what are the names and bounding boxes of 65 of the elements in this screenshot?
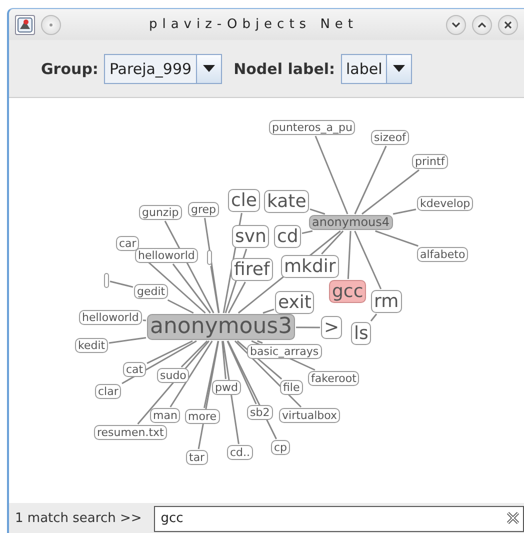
edge-line	[142, 320, 146, 322]
close-icon	[503, 20, 513, 30]
clear-icon[interactable]	[506, 510, 520, 524]
graph-node[interactable]: svn	[232, 225, 270, 248]
graph-node[interactable]: kdevelop	[417, 196, 474, 211]
dropdown-arrow-icon	[393, 65, 406, 72]
graph-node[interactable]: cat	[123, 362, 146, 377]
node-stub[interactable]	[207, 250, 212, 265]
maximize-button[interactable]	[472, 14, 492, 34]
graph-node[interactable]: cd..	[227, 445, 254, 460]
chevron-up-icon	[477, 20, 487, 28]
minimize-button[interactable]	[446, 14, 466, 34]
dot-icon	[49, 22, 53, 26]
graph-node[interactable]: cle	[228, 189, 260, 212]
app-icon[interactable]	[15, 14, 35, 34]
edge-line	[347, 230, 352, 280]
graph-node[interactable]: mkdir	[281, 255, 339, 278]
graph-node[interactable]: file	[280, 380, 303, 395]
graph-node[interactable]: man	[150, 408, 180, 423]
graph-node[interactable]: resumen.txt	[94, 425, 167, 440]
graph-node[interactable]: >	[321, 316, 342, 339]
graph-node[interactable]: rm	[371, 290, 402, 313]
graph-node[interactable]: ls	[351, 322, 372, 345]
graph-node[interactable]: punteros_a_pu	[269, 120, 356, 135]
graph-node[interactable]: kedit	[75, 338, 108, 353]
graph-node[interactable]: cp	[271, 440, 290, 455]
graph-node[interactable]: virtualbox	[279, 408, 340, 423]
graph-node[interactable]: more	[185, 409, 220, 424]
graph-node[interactable]: sudo	[157, 368, 190, 383]
hub-node[interactable]: anonymous4	[309, 215, 393, 230]
graph-node[interactable]: helloworld	[79, 310, 142, 325]
graph-node[interactable]: grep	[188, 202, 220, 217]
edge-line	[296, 326, 320, 328]
group-label: Group:	[41, 60, 98, 78]
graph-node[interactable]: gedit	[134, 284, 168, 299]
graph-node[interactable]: alfabeto	[417, 247, 468, 262]
chevron-down-icon	[451, 20, 461, 28]
graph-node[interactable]: fakeroot	[308, 371, 360, 386]
close-button[interactable]	[498, 14, 518, 34]
edge-line	[370, 314, 378, 322]
search-field[interactable]: gcc	[154, 506, 524, 532]
node-label-dropdown[interactable]: label	[341, 54, 412, 84]
node-stub[interactable]	[104, 273, 109, 288]
graph-node[interactable]: sizeof	[371, 130, 409, 145]
window-title: plaviz-Objects Net	[148, 17, 360, 32]
graph-node[interactable]: gcc	[329, 280, 366, 303]
graph-node[interactable]: tar	[186, 450, 208, 465]
graph-node[interactable]: car	[116, 236, 140, 251]
graph-node[interactable]: printf	[412, 154, 448, 169]
group-dropdown[interactable]: Pareja_999	[104, 54, 222, 84]
graph-node[interactable]: pwd	[212, 380, 241, 395]
hub-node[interactable]: anonymous3	[147, 314, 296, 340]
graph-node[interactable]: firef	[231, 258, 273, 281]
edge-line	[110, 280, 134, 288]
graph-node[interactable]: gunzip	[139, 205, 182, 220]
graph-node[interactable]: basic_arrays	[247, 344, 322, 359]
dropdown-arrow-icon	[202, 65, 215, 72]
graph-node[interactable]: cd	[274, 225, 302, 248]
graph-node[interactable]: sb2	[247, 405, 273, 420]
match-status: 1 match search >>	[15, 511, 142, 526]
graph-node[interactable]: helloworld	[135, 248, 198, 263]
graph-node[interactable]: exit	[275, 291, 314, 314]
node-label-label: Nodel label:	[234, 60, 336, 78]
graph-node[interactable]: clar	[95, 384, 122, 399]
graph-node[interactable]: kate	[264, 190, 310, 213]
